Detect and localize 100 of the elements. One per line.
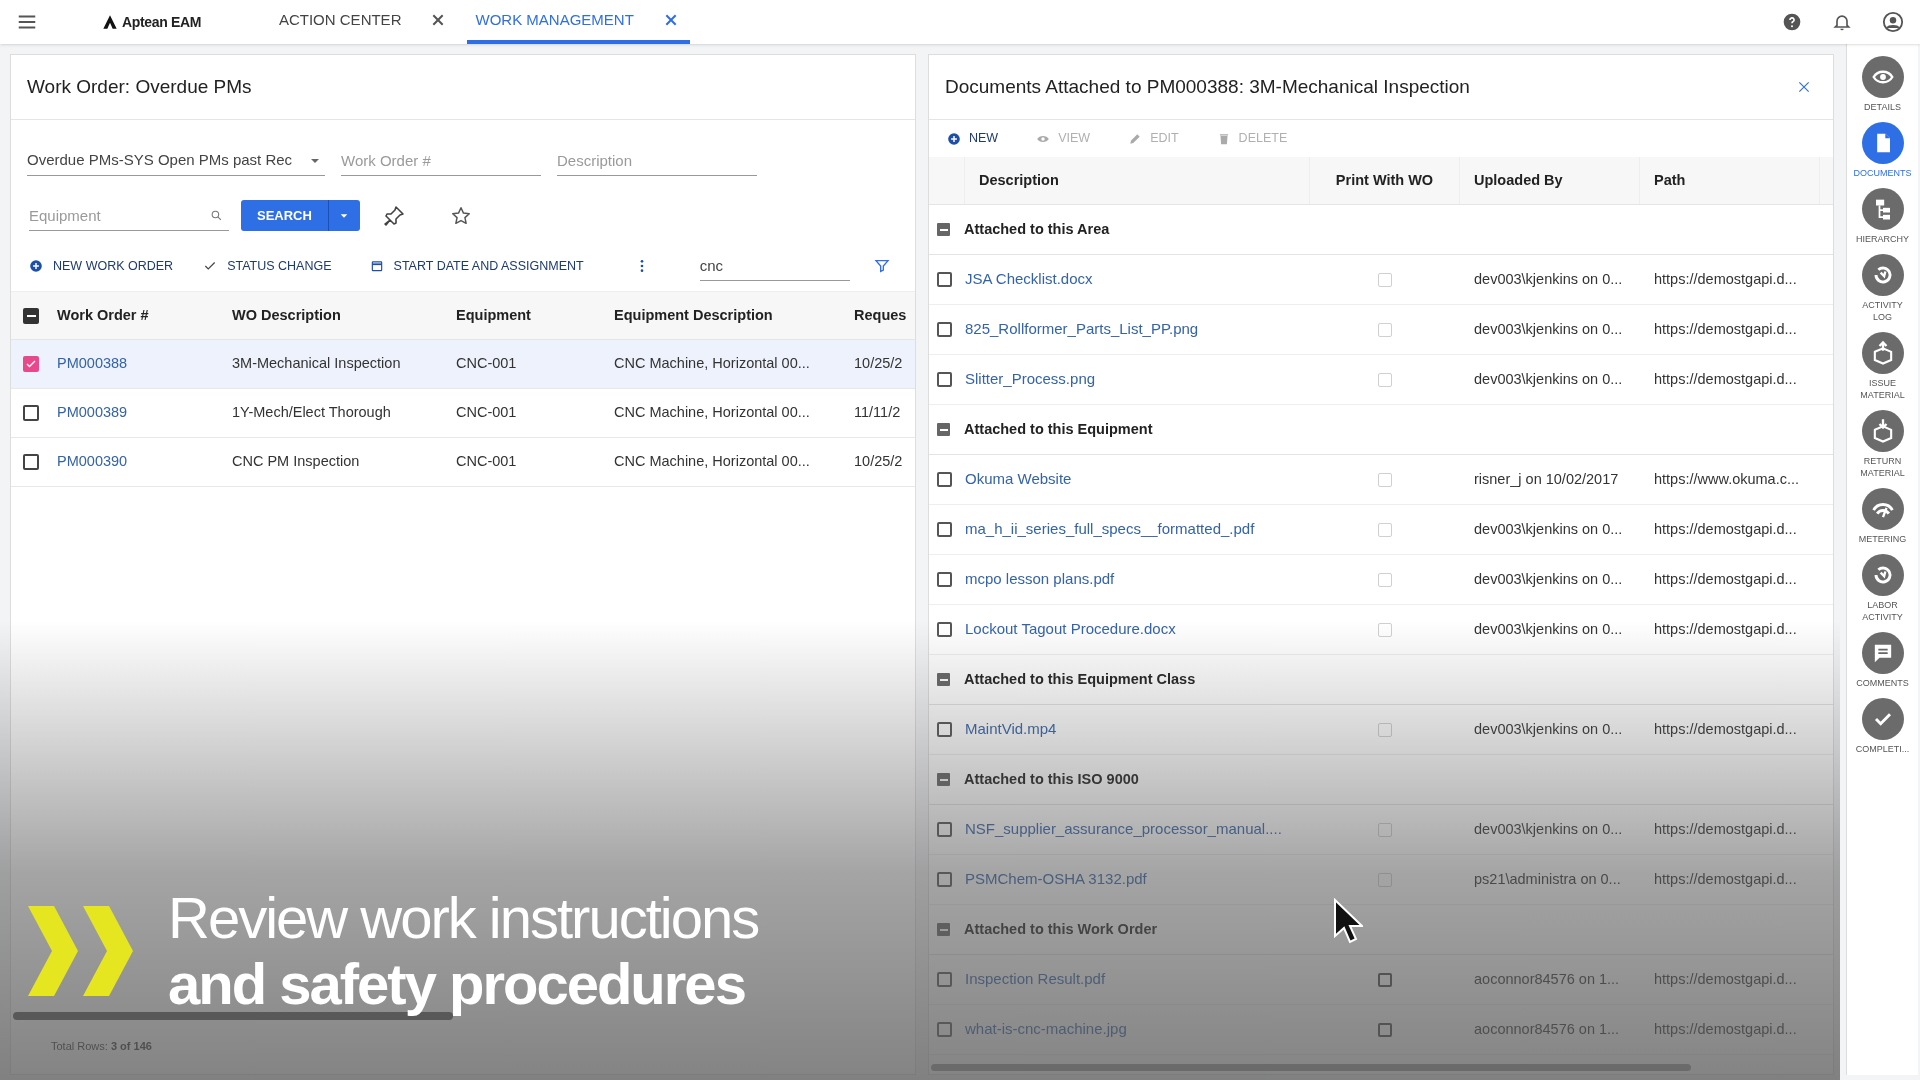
table-cell-text: https://demostgapi.d... [1653,1019,1798,1039]
side-nav-item[interactable]: DETAILS [1847,56,1918,113]
toolbar-button[interactable]: NEW WORK ORDER [29,256,174,276]
table-cell-text: CNC Machine, Horizontal 00... [614,452,811,472]
table-cell-text: dev003\kjenkins on 0... [1473,369,1624,389]
column-header[interactable]: Print With WO [1310,157,1460,204]
table-cell-text: https://demostgapi.d... [1653,519,1798,539]
print-checkbox[interactable] [1378,972,1392,987]
table-cell-text: dev003\kjenkins on 0... [1473,619,1624,639]
row-checkbox[interactable] [937,372,952,387]
side-nav-item[interactable]: HIERARCHY [1847,188,1918,245]
column-header[interactable]: Equipment Description [614,304,854,327]
input-field[interactable]: Work Order # [341,146,541,176]
star-icon[interactable] [449,204,472,227]
view-dropdown[interactable]: Overdue PMs-SYS Open PMs past Rec [27,146,325,176]
side-nav-item[interactable]: METERING [1847,488,1918,545]
row-checkbox[interactable] [937,722,952,737]
column-header[interactable]: Reques [854,304,914,327]
toolbar-button[interactable]: NEW [947,129,999,148]
row-checkbox[interactable] [937,822,952,837]
user-account-icon[interactable] [1882,11,1904,33]
close-icon[interactable] [663,13,678,27]
print-checkbox[interactable] [1378,1022,1392,1037]
toolbar-button[interactable]: START DATE AND ASSIGNMENT [369,256,584,276]
table-cell-text: aoconnor84576 on 1... [1473,1019,1621,1039]
collapse-toggle[interactable] [937,423,950,436]
row-checkbox[interactable] [937,272,952,287]
row-checkbox[interactable] [937,1022,952,1037]
help-icon[interactable] [1782,12,1802,32]
side-nav-item[interactable]: ISSUE MATERIAL [1847,332,1918,401]
table-cell-text: CNC Machine, Horizontal 00... [614,354,811,374]
collapse-toggle[interactable] [937,223,950,236]
side-nav-item[interactable]: COMPLETI... [1847,698,1918,755]
table-cell-text: dev003\kjenkins on 0... [1473,569,1624,589]
table-cell-text: CNC PM Inspection [232,452,361,472]
document-link[interactable]: 825_Rollformer_Parts_List_PP.png [965,318,1310,341]
input-field[interactable]: cnc [699,251,850,281]
row-checkbox[interactable] [23,405,39,421]
row-checkbox[interactable] [937,472,952,487]
table-cell-text: CNC-001 [456,452,518,472]
document-link[interactable]: JSA Checklist.docx [965,268,1310,291]
table-cell-text: CNC Machine, Horizontal 00... [614,403,811,423]
panel-title: Work Order: Overdue PMs [27,74,252,99]
side-nav-item[interactable]: COMMENTS [1847,632,1918,689]
table-cell-text: 1Y-Mech/Elect Thorough [232,403,392,423]
pin-icon[interactable] [381,203,406,228]
select-all-checkbox[interactable] [23,307,39,324]
notification-bell-icon[interactable] [1832,12,1852,32]
selected-table-row[interactable]: PM000388 3M-Mechanical Inspection CNC-001 CNC Machine, Horizontal 00... 10/25/2 [11,340,915,389]
column-header[interactable]: WO Description [232,304,456,327]
close-icon[interactable] [1797,80,1811,94]
column-header[interactable]: Description [965,157,1310,204]
document-link[interactable]: ma_h_ii_series_full_specs__formatted_.pdf [965,518,1310,541]
document-link[interactable]: MaintVid.mp4 [965,718,1310,741]
table-cell-text: https://demostgapi.d... [1653,569,1798,589]
document-link[interactable]: Lockout Tagout Procedure.docx [965,618,1310,641]
work-order-link[interactable]: PM000388 [57,353,232,375]
row-checkbox[interactable] [23,356,39,372]
work-order-link[interactable]: PM000389 [57,402,232,424]
tab[interactable]: WORK MANAGEMENT [467,0,690,44]
document-link[interactable]: mcpo lesson plans.pdf [965,568,1310,591]
toolbar-button[interactable]: STATUS CHANGE [203,256,332,276]
row-checkbox[interactable] [937,872,952,887]
column-header[interactable]: Path [1640,157,1820,204]
column-header[interactable]: Uploaded By [1460,157,1640,204]
work-order-link[interactable]: PM000390 [57,451,232,473]
document-link[interactable]: Okuma Website [965,468,1310,491]
scrollbar[interactable] [931,1063,1691,1071]
row-checkbox[interactable] [937,522,952,537]
group-header: Attached to this Equipment [964,419,1153,439]
row-checkbox[interactable] [937,322,952,337]
row-checkbox[interactable] [937,972,952,987]
side-nav-item[interactable]: DOCUMENTS [1847,122,1918,179]
tab[interactable]: ACTION CENTER [270,0,458,44]
checkmark-icon [25,358,37,370]
row-checkbox[interactable] [937,572,952,587]
table-cell-text: https://demostgapi.d... [1653,869,1798,889]
group-header: Attached to this Area [964,219,1110,239]
row-checkbox[interactable] [23,454,39,470]
side-nav-item[interactable]: ACTIVITY LOG [1847,254,1918,323]
column-header[interactable]: Work Order # [57,304,232,327]
filter-icon[interactable] [873,258,890,274]
row-checkbox[interactable] [937,622,952,637]
search-button[interactable]: SEARCH [241,200,328,231]
collapse-toggle[interactable] [937,923,950,936]
table-cell-text: https://www.okuma.c... [1653,469,1801,489]
table-cell-text: dev003\kjenkins on 0... [1473,269,1624,289]
collapse-toggle[interactable] [937,673,950,686]
document-link[interactable]: Slitter_Process.png [965,368,1310,391]
input-field[interactable]: Equipment [29,200,229,231]
close-icon[interactable] [431,13,446,27]
side-nav-item[interactable]: LABOR ACTIVITY [1847,554,1918,623]
side-nav-item[interactable]: RETURN MATERIAL [1847,410,1918,479]
column-header[interactable]: Equipment [456,304,614,327]
pencil-icon [1128,131,1143,146]
table-cell-text: 10/25/2 [854,354,904,374]
table-cell-text: CNC-001 [456,354,518,374]
input-field[interactable]: Description [557,146,757,176]
table-cell-text: https://demostgapi.d... [1653,719,1798,739]
collapse-toggle[interactable] [937,773,950,786]
